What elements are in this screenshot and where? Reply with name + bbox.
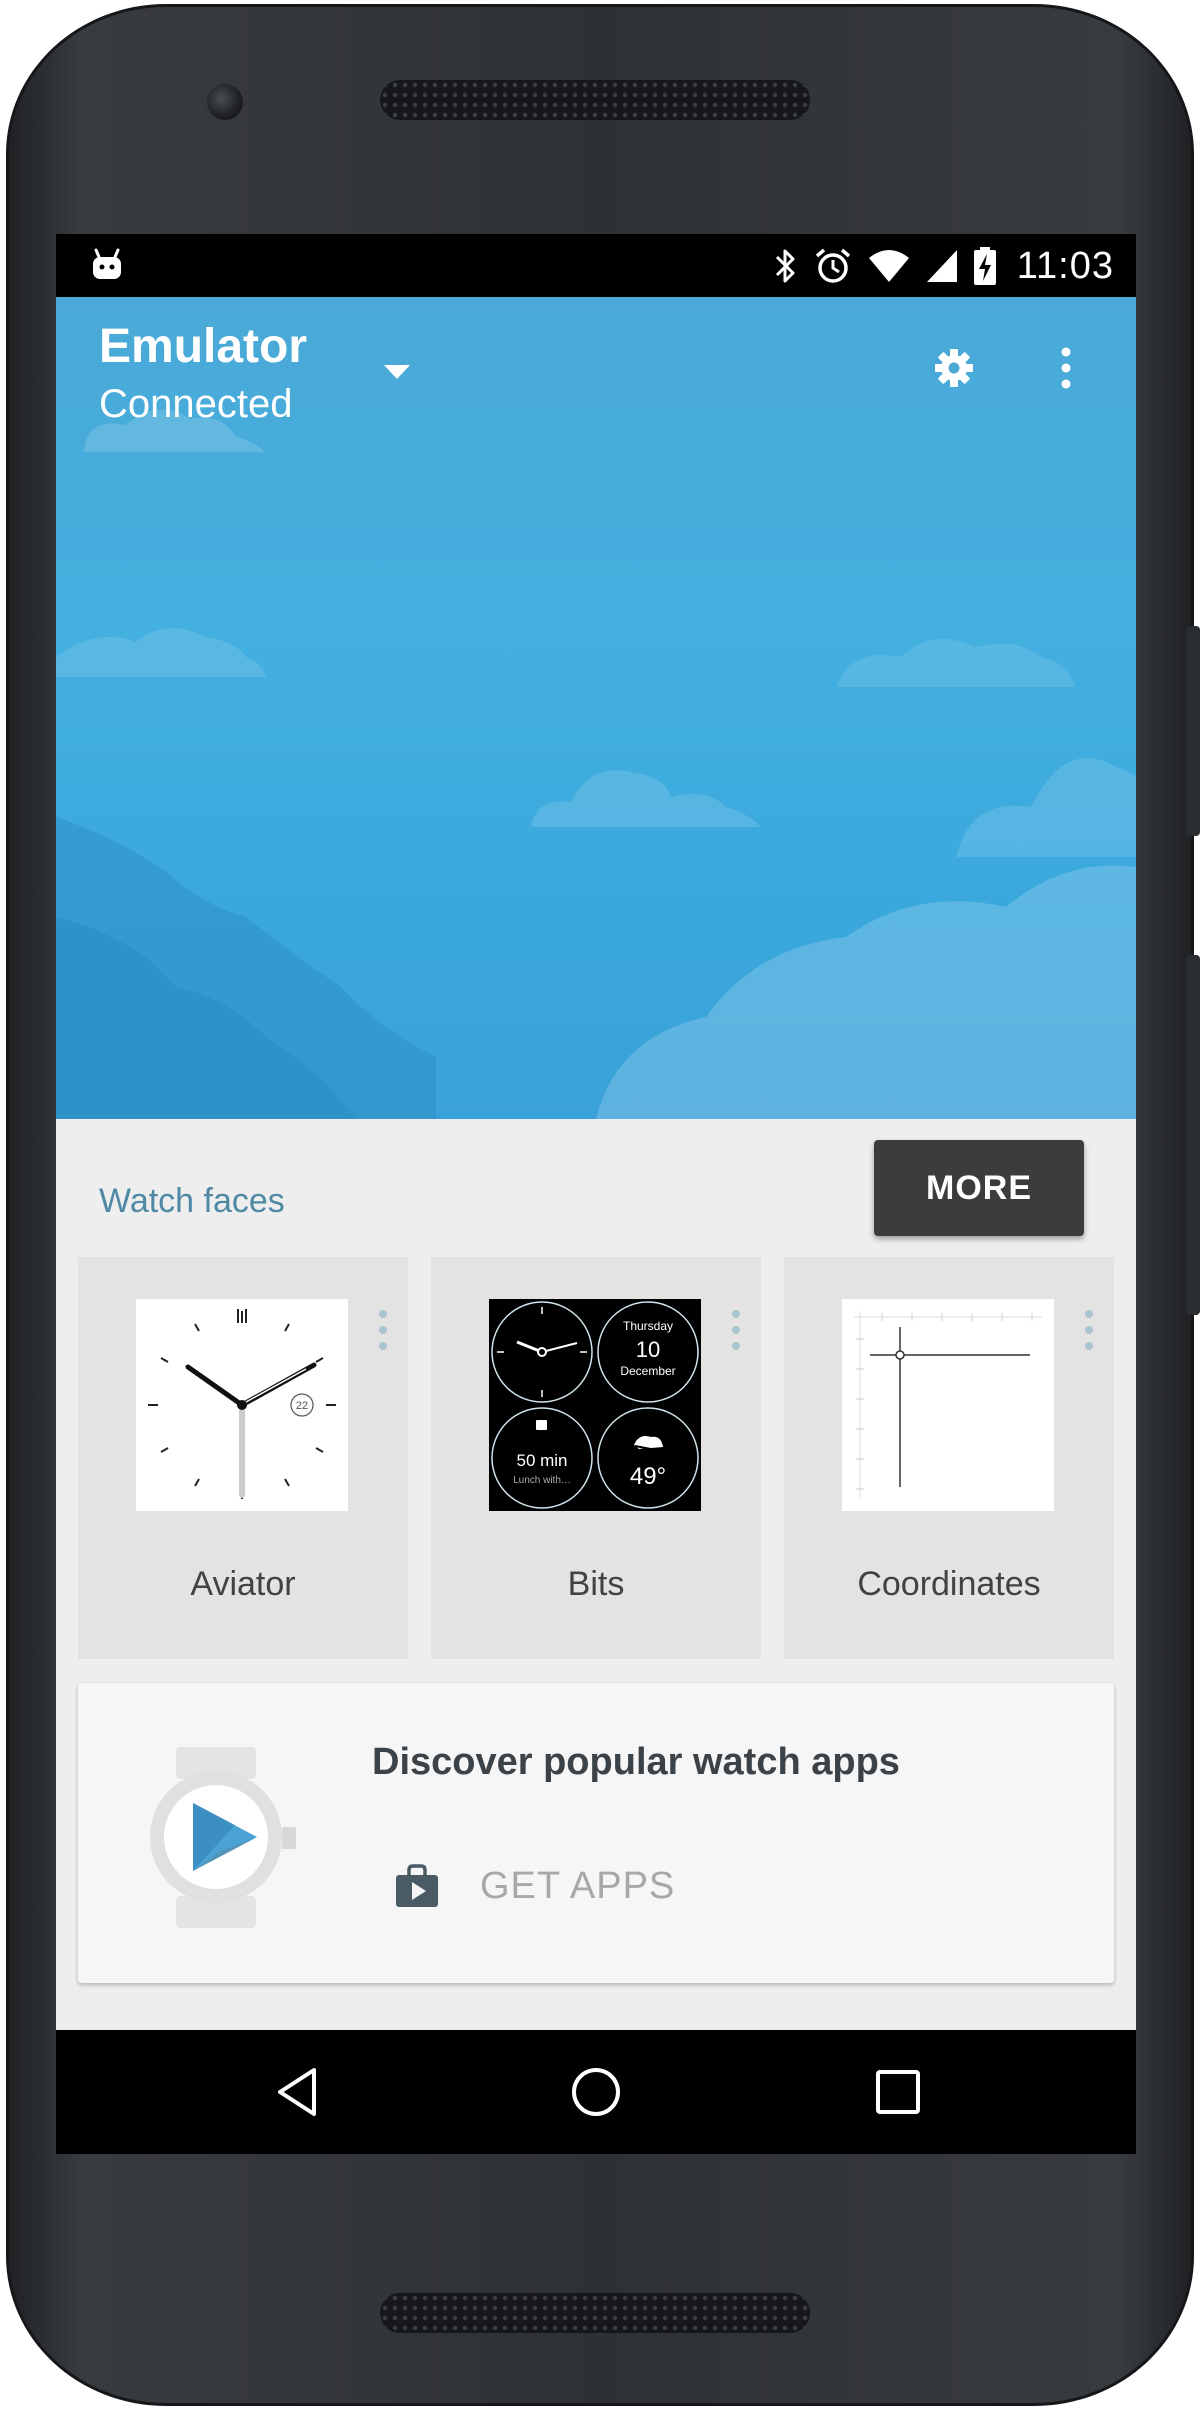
navigation-bar	[56, 2030, 1136, 2154]
overflow-menu-icon[interactable]	[378, 1309, 388, 1351]
discover-apps-card: Discover popular watch apps GET APPS	[78, 1683, 1114, 1983]
play-store-bag-icon	[396, 1864, 438, 1907]
connection-status: Connected	[99, 382, 293, 426]
watch-face-card-coordinates[interactable]: Coordinates	[784, 1257, 1114, 1659]
bits-watch-face-preview: Thursday 10 December 50 min Lunch with… …	[489, 1299, 701, 1511]
phone-screen: 11:03 Emulator Connected Watch faces MOR…	[56, 234, 1136, 2154]
device-header-banner: Emulator Connected	[56, 297, 1136, 1119]
status-time: 11:03	[1016, 244, 1114, 287]
bits-temperature: 49°	[630, 1463, 666, 1490]
top-speaker-grille	[380, 80, 810, 120]
overflow-menu-icon[interactable]	[1084, 1309, 1094, 1351]
coordinates-watch-face-preview	[842, 1299, 1054, 1511]
watch-face-card-bits[interactable]: Thursday 10 December 50 min Lunch with… …	[431, 1257, 761, 1659]
get-apps-button[interactable]: GET APPS	[394, 1851, 675, 1921]
more-watch-faces-button[interactable]: MORE	[874, 1140, 1084, 1236]
bottom-speaker-grille	[380, 2293, 810, 2333]
battery-charging-icon	[973, 247, 996, 285]
android-debug-icon	[93, 248, 121, 279]
signal-icon	[926, 250, 957, 282]
front-camera	[207, 84, 243, 120]
status-icons: 11:03	[773, 242, 1114, 290]
recents-icon[interactable]	[866, 2060, 930, 2124]
back-icon[interactable]	[266, 2060, 330, 2124]
home-icon[interactable]	[564, 2060, 628, 2124]
watch-face-name: Bits	[567, 1565, 625, 1603]
watch-face-name: Aviator	[190, 1565, 296, 1603]
bits-month: December	[620, 1364, 675, 1378]
watch-faces-section-label: Watch faces	[99, 1182, 285, 1220]
alarm-icon	[815, 248, 850, 283]
dropdown-arrow-icon[interactable]	[382, 363, 412, 381]
wifi-icon	[868, 250, 909, 282]
discover-title: Discover popular watch apps	[372, 1741, 900, 1783]
power-button	[1186, 955, 1200, 1315]
get-apps-label: GET APPS	[480, 1864, 676, 1907]
bluetooth-icon	[775, 249, 795, 283]
aviator-date: 22	[296, 1400, 308, 1412]
watch-play-store-illustration	[150, 1747, 296, 1928]
device-name[interactable]: Emulator	[99, 319, 307, 374]
status-bar: 11:03	[56, 234, 1136, 297]
bits-day: Thursday	[623, 1319, 673, 1333]
bits-day-number: 10	[636, 1337, 660, 1362]
overflow-menu-icon[interactable]	[731, 1309, 741, 1351]
bits-timer: 50 min	[516, 1451, 567, 1470]
bits-timer-subtitle: Lunch with…	[513, 1475, 571, 1486]
volume-button	[1186, 626, 1200, 836]
settings-gear-icon[interactable]	[930, 344, 978, 392]
watch-face-name: Coordinates	[857, 1565, 1041, 1603]
watch-face-card-aviator[interactable]: 22 Aviator	[78, 1257, 408, 1659]
aviator-watch-face-preview: 22	[136, 1299, 348, 1511]
overflow-menu-icon[interactable]	[1054, 344, 1078, 392]
